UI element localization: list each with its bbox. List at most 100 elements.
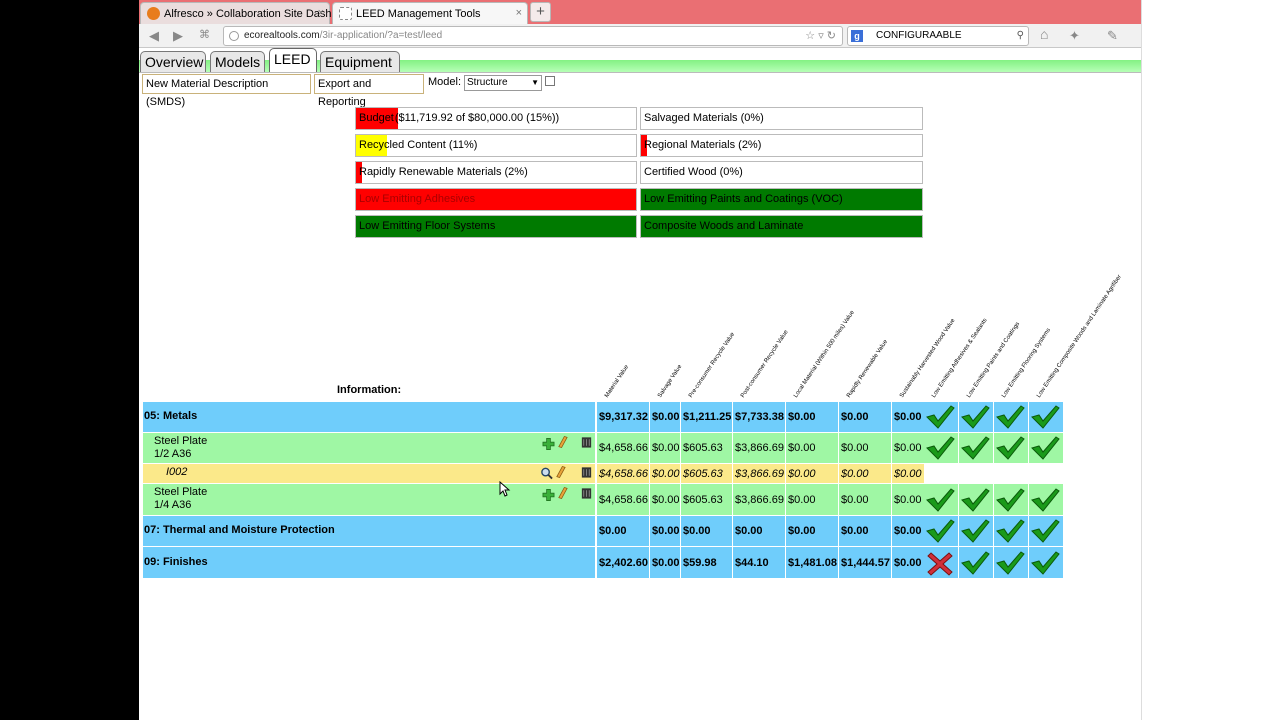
home-icon[interactable]: ⌂ bbox=[1040, 26, 1048, 42]
cell-value: $2,402.60 bbox=[599, 556, 648, 569]
mouse-cursor-icon bbox=[499, 481, 511, 497]
new-smds-button[interactable]: New Material Description (SMDS) bbox=[142, 74, 311, 108]
credit-label: Regional Materials (2%) bbox=[644, 139, 762, 151]
credit-cell: Recycled Content (11%) bbox=[355, 134, 637, 157]
cell-value: $0.00 bbox=[841, 493, 869, 506]
credit-cell: Low Emitting Paints and Coatings (VOC) bbox=[640, 188, 923, 211]
material-spec: 1/4 A36 bbox=[154, 499, 192, 511]
compliance-cell bbox=[994, 484, 1028, 515]
material-spec: 1/2 A36 bbox=[154, 448, 192, 460]
credit-cell: Certified Wood (0%) bbox=[640, 161, 923, 184]
column-header: Low Emitting Composite Woods and Laminat… bbox=[1036, 274, 1124, 399]
cell-value: $605.63 bbox=[683, 442, 723, 454]
value-cell: $0.00 bbox=[892, 516, 924, 546]
cross-icon bbox=[927, 551, 953, 576]
credit-label: Rapidly Renewable Materials (2%) bbox=[359, 166, 528, 178]
view-icon[interactable] bbox=[540, 466, 553, 480]
value-cell: $0.00 bbox=[839, 484, 891, 515]
add-icon[interactable] bbox=[542, 437, 555, 451]
back-icon[interactable]: ◀ bbox=[149, 28, 159, 44]
model-select[interactable]: Structure ▼ bbox=[464, 75, 542, 91]
cell-value: $0.00 bbox=[652, 442, 680, 454]
cell-value: $0.00 bbox=[652, 525, 680, 537]
check-icon bbox=[926, 487, 955, 512]
cell-value: $0.00 bbox=[894, 556, 922, 569]
credit-cell: Budget($11,719.92 of $80,000.00 (15%)) bbox=[355, 107, 637, 130]
close-tab-icon[interactable]: × bbox=[516, 7, 522, 19]
model-checkbox[interactable] bbox=[545, 76, 555, 86]
browser-tab-leed[interactable]: LEED Management Tools × bbox=[332, 2, 528, 24]
edit-icon[interactable] bbox=[556, 486, 569, 500]
credit-label: Composite Woods and Laminate bbox=[644, 220, 804, 232]
table-row[interactable]: 05: Metals $9,317.32 $0.00 $1,211.25 $7,733.… bbox=[143, 402, 1063, 432]
search-icon[interactable]: ⚲ bbox=[1017, 27, 1024, 45]
value-cell: $1,481.08 bbox=[786, 547, 838, 578]
edit-icon[interactable] bbox=[554, 465, 567, 479]
check-icon bbox=[996, 405, 1025, 429]
cell-value: $0.00 bbox=[683, 525, 711, 537]
reload-icon[interactable]: ↻ bbox=[827, 30, 836, 42]
chevron-down-icon: ▼ bbox=[531, 78, 539, 87]
delete-icon[interactable] bbox=[580, 465, 593, 479]
cell-value: $0.00 bbox=[599, 525, 627, 537]
address-bar[interactable]: ecorealtools.com/3ir-application/?a=test… bbox=[223, 26, 843, 46]
compliance-cell bbox=[959, 484, 993, 515]
table-row[interactable]: I002 $4,658.66 $0.00 $605.63 $3,866.69 $0.00 $… bbox=[143, 464, 924, 483]
tab-overview[interactable]: Overview bbox=[140, 51, 206, 72]
value-cell: $1,211.25 bbox=[681, 402, 732, 432]
cell-value: $1,444.57 bbox=[841, 556, 890, 569]
check-icon bbox=[996, 436, 1025, 460]
add-icon[interactable] bbox=[542, 488, 555, 502]
cell-value: $0.00 bbox=[841, 467, 869, 480]
close-tab-icon[interactable]: × bbox=[318, 7, 324, 19]
bookmark-star-icon[interactable]: ☆ bbox=[805, 30, 815, 42]
value-cell: $0.00 bbox=[892, 402, 924, 432]
credit-label: Low Emitting Paints and Coatings (VOC) bbox=[644, 193, 843, 205]
value-cell: $0.00 bbox=[786, 464, 838, 483]
credit-cell: Salvaged Materials (0%) bbox=[640, 107, 923, 130]
column-header: Post-consumer Recycle Value bbox=[740, 329, 790, 399]
table-row[interactable]: Steel Plate 1/2 A36 $4,658.66 $0.00 $605.63 $… bbox=[143, 433, 1063, 463]
dropdown-icon[interactable]: ▿ bbox=[818, 30, 824, 42]
browser-tab-alfresco[interactable]: Alfresco » Collaboration Site Dashboa...… bbox=[140, 2, 359, 24]
compliance-cell bbox=[924, 484, 958, 515]
table-row[interactable]: 09: Finishes $2,402.60 $0.00 $59.98 $44.10 $1… bbox=[143, 547, 1063, 578]
new-tab-button[interactable]: + bbox=[530, 2, 551, 22]
value-cell: $605.63 bbox=[681, 464, 732, 483]
tools-icon[interactable]: ✎ bbox=[1107, 28, 1118, 44]
model-label: Model: bbox=[428, 76, 462, 88]
value-cell: $9,317.32 bbox=[597, 402, 649, 432]
compliance-cell bbox=[1029, 547, 1063, 578]
search-bar[interactable]: g CONFIGURAABLE ⚲ bbox=[847, 26, 1029, 46]
cell-value: $0.00 bbox=[894, 411, 922, 423]
row-label: Steel Plate 1/4 A36 bbox=[154, 486, 207, 512]
table-row[interactable]: Steel Plate 1/4 A36 $4,658.66 $0.00 $605.63 $… bbox=[143, 484, 1063, 515]
tab-models[interactable]: Models bbox=[210, 51, 265, 72]
history-icon[interactable]: ⌘ bbox=[199, 28, 210, 41]
tab-equipment[interactable]: Equipment bbox=[320, 51, 400, 72]
delete-icon[interactable] bbox=[580, 486, 593, 500]
google-search-icon[interactable]: g bbox=[851, 30, 863, 42]
check-icon bbox=[926, 405, 955, 429]
compliance-cell bbox=[994, 433, 1028, 463]
row-label: 07: Thermal and Moisture Protection bbox=[144, 524, 335, 536]
edit-icon[interactable] bbox=[556, 435, 569, 449]
app-tab-bar: Overview Models LEED Equipment bbox=[139, 48, 1141, 72]
addon-icon[interactable]: ✦ bbox=[1069, 28, 1080, 44]
cell-value: $0.00 bbox=[788, 467, 816, 480]
cell-value: $0.00 bbox=[894, 493, 922, 506]
check-icon bbox=[1031, 405, 1060, 429]
value-cell: $0.00 bbox=[597, 516, 649, 546]
cell-value: $3,866.69 bbox=[735, 467, 784, 480]
compliance-cell bbox=[924, 402, 958, 432]
information-label: Information: bbox=[337, 384, 402, 396]
cell-value: $605.63 bbox=[683, 467, 723, 480]
tab-leed[interactable]: LEED bbox=[269, 48, 317, 72]
value-cell: $0.00 bbox=[839, 402, 891, 432]
export-reporting-button[interactable]: Export and Reporting bbox=[314, 74, 424, 108]
material-name: Steel Plate bbox=[154, 486, 208, 498]
delete-icon[interactable] bbox=[580, 435, 593, 449]
table-row[interactable]: 07: Thermal and Moisture Protection $0.00… bbox=[143, 516, 1063, 546]
forward-icon[interactable]: ▶ bbox=[173, 28, 183, 44]
cell-value: $1,211.25 bbox=[683, 411, 732, 423]
